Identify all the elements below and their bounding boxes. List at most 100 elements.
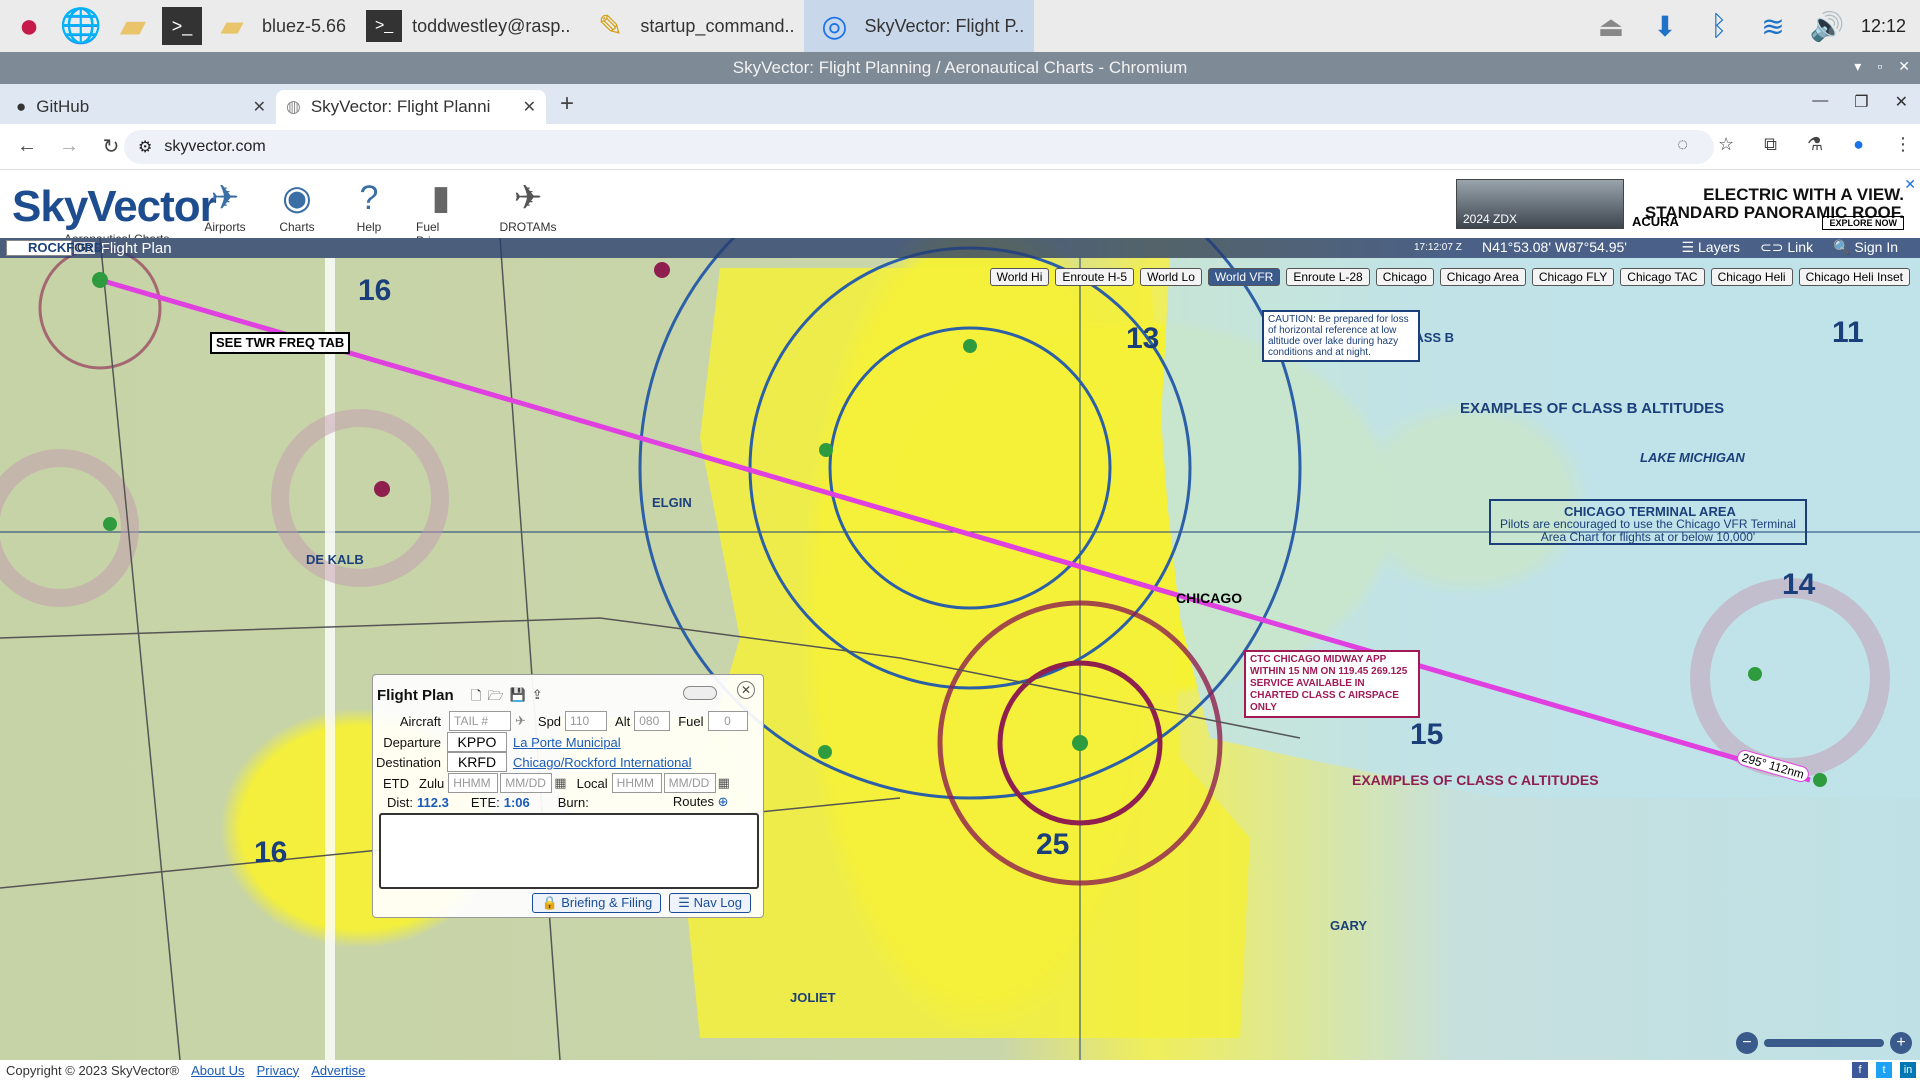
flight-plan-link[interactable]: Flight Plan [101,240,172,257]
eye-slash-icon[interactable]: ◌ [1677,134,1688,155]
reload-icon[interactable]: ↻ [96,134,126,159]
social-links: f t in [1852,1062,1916,1078]
share-icon[interactable]: ⇪ [532,687,543,709]
advertise-link[interactable]: Advertise [311,1063,365,1078]
eject-icon[interactable]: ⏏ [1591,10,1631,43]
ad-cta-button[interactable]: EXPLORE NOW [1822,216,1904,230]
chart-tab-chicago[interactable]: Chicago [1375,268,1434,286]
linkedin-icon[interactable]: in [1900,1062,1916,1078]
minimize-icon[interactable]: ▾ [1854,58,1861,75]
close-panel-icon[interactable]: ✕ [737,681,755,699]
chart-tab-enroute-l28[interactable]: Enroute L-28 [1286,268,1370,286]
task-terminal[interactable]: >_ toddwestley@rasp.. [356,0,580,52]
privacy-link[interactable]: Privacy [257,1063,300,1078]
aircraft-icon[interactable]: ✈ [515,713,526,729]
fuel-input[interactable]: 0 [707,711,748,731]
extensions-icon[interactable]: ⧉ [1764,134,1777,155]
close-icon[interactable]: ✕ [1895,92,1908,112]
tab-github[interactable]: ● GitHub ✕ [6,90,276,124]
window-controls: ▾ ▫ ✕ [1854,58,1910,75]
wifi-icon[interactable]: ≋ [1753,10,1793,43]
airport-marker [1748,667,1762,681]
bookmark-star-icon[interactable]: ☆ [1718,134,1734,155]
about-us-link[interactable]: About Us [191,1063,244,1078]
site-info-icon[interactable]: ⚙ [138,137,152,157]
briefing-filing-button[interactable]: 🔒 Briefing & Filing [532,893,662,913]
chart-type-tabs: World Hi Enroute H-5 World Lo World VFR … [989,268,1910,286]
facebook-icon[interactable]: f [1852,1062,1868,1078]
chart-map[interactable]: Go Flight Plan 17:12:07 Z N41°53.08' W87… [0,238,1920,1060]
url-input[interactable]: ⚙ skyvector.com [124,130,1714,164]
aircraft-input[interactable]: TAIL # [449,711,511,731]
road-line [99,238,181,1060]
task-startup-command[interactable]: ✎ startup_command.. [580,0,804,52]
back-icon[interactable]: ← [12,135,42,158]
departure-input[interactable]: KPPO [447,732,507,752]
ad-brand: ACURA [1632,214,1679,229]
sign-in-button[interactable]: 🔍 Sign In [1833,239,1898,256]
minimize-icon[interactable]: — [1812,92,1828,112]
task-bluez[interactable]: ▰ bluez-5.66 [202,0,356,52]
zulu-time-input[interactable]: HHMM [448,773,499,793]
tab-window-controls: — ❐ ✕ [1812,92,1908,112]
clock[interactable]: 12:12 [1861,16,1906,37]
close-icon[interactable]: ✕ [1898,58,1910,75]
twitter-icon[interactable]: t [1876,1062,1892,1078]
destination-airport-link[interactable]: Chicago/Rockford International [513,755,692,770]
ad-close-icon[interactable]: ✕ [1904,176,1916,193]
calendar-icon[interactable]: ▦ [554,775,566,791]
chart-tab-world-hi[interactable]: World Hi [989,268,1050,286]
local-time-input[interactable]: HHMM [611,773,662,793]
zulu-date-input[interactable]: MM/DD [500,773,553,793]
local-date-input[interactable]: MM/DD [663,773,716,793]
zoom-slider[interactable] [1764,1039,1884,1047]
new-file-icon[interactable]: 🗋 [471,687,481,709]
speed-input[interactable]: 110 [565,711,608,731]
flight-plan-toggle[interactable] [683,686,717,700]
chart-tab-chicago-area[interactable]: Chicago Area [1439,268,1526,286]
volume-icon[interactable]: 🔊 [1807,10,1847,43]
chart-tab-world-vfr[interactable]: World VFR [1207,268,1281,286]
profile-icon[interactable]: ● [1853,134,1864,155]
new-tab-button[interactable]: + [560,90,574,118]
chart-tab-enroute-h5[interactable]: Enroute H-5 [1055,268,1135,286]
labs-icon[interactable]: ⚗ [1807,134,1823,155]
site-header: SkyVector Aeronautical Charts ✈Airports … [0,170,1920,248]
map-label-rockford: ROCKFORD [28,240,104,255]
file-manager-icon[interactable]: ▰ [110,3,156,49]
departure-airport-link[interactable]: La Porte Municipal [513,735,621,750]
cursor-coordinates: N41°53.08' W87°54.95' [1482,239,1627,255]
close-tab-icon[interactable]: ✕ [523,97,536,117]
task-skyvector[interactable]: ◎ SkyVector: Flight P.. [804,0,1035,52]
calendar-icon[interactable]: ▦ [718,775,730,791]
maximize-icon[interactable]: ▫ [1877,58,1882,75]
destination-input[interactable]: KRFD [447,752,507,772]
link-button[interactable]: ⊂⊃ Link [1760,239,1813,256]
advertisement[interactable]: 2024 ZDX ELECTRIC WITH A VIEW. STANDARD P… [1456,176,1918,232]
save-icon[interactable]: 💾 [510,687,526,709]
terminal-icon[interactable]: >_ [162,7,202,45]
altitude-input[interactable]: 080 [634,711,671,731]
chart-tab-world-lo[interactable]: World Lo [1140,268,1202,286]
chart-tab-chicago-heli-inset[interactable]: Chicago Heli Inset [1798,268,1910,286]
nav-log-button[interactable]: ☰ Nav Log [669,893,751,913]
forward-icon[interactable]: → [54,135,84,158]
skyvector-logo[interactable]: SkyVector Aeronautical Charts [12,182,217,246]
chart-tab-chicago-fly[interactable]: Chicago FLY [1531,268,1615,286]
download-icon[interactable]: ⬇ [1645,10,1685,43]
bluetooth-icon[interactable]: ᛒ [1699,10,1739,42]
chart-tab-chicago-tac[interactable]: Chicago TAC [1620,268,1705,286]
web-browser-icon[interactable]: 🌐 [58,3,104,49]
menu-icon[interactable]: ⋮ [1894,134,1912,155]
zoom-in-icon[interactable]: + [1890,1032,1912,1054]
zoom-out-icon[interactable]: − [1736,1032,1758,1054]
tab-skyvector[interactable]: ◍ SkyVector: Flight Planni ✕ [276,90,546,124]
routes-button[interactable]: Routes ⊕ [673,794,729,810]
chart-tab-chicago-heli[interactable]: Chicago Heli [1710,268,1793,286]
restore-icon[interactable]: ❐ [1854,92,1868,112]
layers-button[interactable]: ☰ Layers [1682,239,1740,256]
close-tab-icon[interactable]: ✕ [253,97,266,117]
open-folder-icon[interactable]: 🗁 [487,687,503,709]
route-input[interactable] [379,813,759,889]
raspberry-menu-icon[interactable]: ● [6,3,52,49]
